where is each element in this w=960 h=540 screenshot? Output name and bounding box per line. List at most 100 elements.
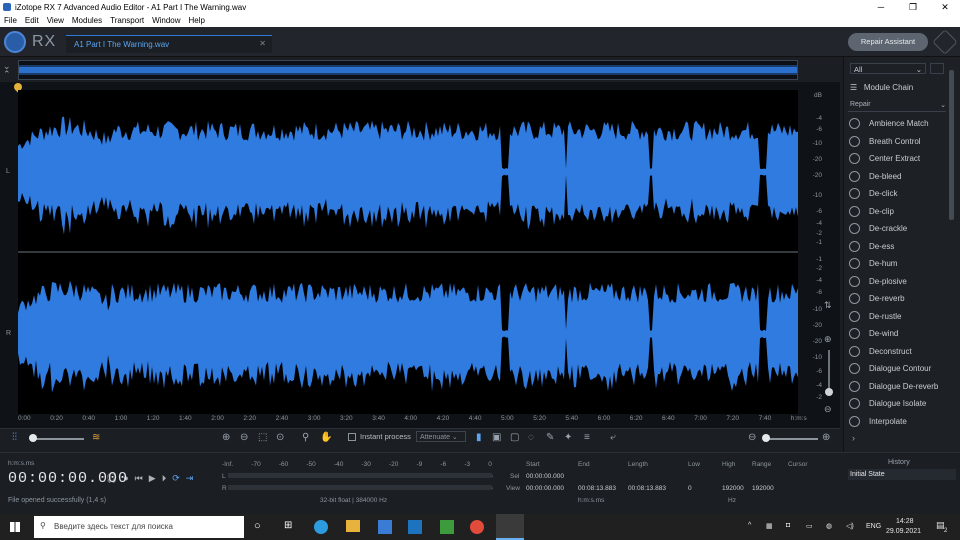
module-item[interactable]: Dialogue De-reverb (849, 378, 949, 396)
tray-flag-icon[interactable]: ▦ (766, 522, 773, 530)
magnify-icon[interactable]: ⚲ (302, 432, 309, 443)
zoom-in-vertical-icon[interactable]: ⊕ (824, 334, 832, 345)
clock-date[interactable]: 29.09.2021 (886, 528, 921, 535)
go-to-start-icon[interactable]: ⏮ (135, 473, 149, 483)
widgets-icon[interactable]: ⊞ (284, 520, 292, 531)
vertical-zoom-slider[interactable] (828, 350, 830, 390)
menu-edit[interactable]: Edit (21, 16, 43, 25)
waveform-overview[interactable] (18, 60, 798, 80)
view-range[interactable]: 192000 (752, 485, 774, 492)
module-item[interactable]: De-ess (849, 238, 949, 256)
module-item[interactable]: De-hum (849, 255, 949, 273)
view-high[interactable]: 192000 (722, 485, 744, 492)
spectrogram-opacity-slider[interactable] (30, 438, 84, 440)
network-icon[interactable]: ◍ (826, 522, 832, 530)
waveform-view-icon[interactable]: ⫶⫶ (12, 432, 17, 443)
spectrogram-view-icon[interactable]: ≋ (92, 432, 100, 443)
play-icon[interactable]: ▶ (149, 473, 162, 483)
menu-window[interactable]: Window (148, 16, 184, 25)
zoom-out-vertical-icon[interactable]: ⊖ (824, 404, 832, 415)
chrome-icon[interactable] (470, 520, 484, 534)
history-item[interactable]: Initial State (848, 469, 956, 480)
module-item[interactable]: Breath Control (849, 133, 949, 151)
tray-monitor-icon[interactable]: ▭ (806, 522, 813, 530)
module-item[interactable]: De-wind (849, 325, 949, 343)
task-view-icon[interactable]: ○ (254, 520, 261, 532)
taskbar-search-box[interactable]: ⚲ Введите здесь текст для поиска (34, 516, 244, 538)
app-icon-green[interactable] (440, 520, 454, 534)
follow-playhead-icon[interactable]: ⇥ (186, 473, 200, 483)
fade-tool-icon[interactable]: ⤶ (610, 432, 616, 443)
freq-zoom-icon[interactable]: ⇅ (824, 300, 832, 311)
vertical-zoom-handle[interactable] (825, 388, 833, 396)
horizontal-zoom-handle[interactable] (762, 434, 770, 442)
view-low[interactable]: 0 (688, 485, 692, 492)
compare-icon[interactable] (932, 29, 958, 55)
start-button-icon[interactable] (10, 522, 20, 532)
close-button[interactable]: ✕ (930, 0, 960, 14)
zoom-out-horizontal-icon[interactable]: ⊖ (748, 432, 756, 443)
repair-assistant-button[interactable]: Repair Assistant (848, 33, 928, 51)
zoom-in-icon[interactable]: ⊕ (222, 432, 230, 443)
tray-app-icon[interactable]: ◘ (786, 522, 790, 529)
module-item[interactable]: De-clip (849, 203, 949, 221)
language-indicator[interactable]: ENG (866, 523, 881, 530)
harmonic-selection-icon[interactable]: ≡ (584, 432, 590, 443)
menu-view[interactable]: View (43, 16, 68, 25)
close-tab-icon[interactable]: ✕ (259, 39, 266, 48)
mail-icon[interactable] (408, 520, 422, 534)
view-start[interactable]: 00:00:00.000 (526, 485, 564, 492)
magic-wand-icon[interactable]: ✦ (564, 432, 572, 443)
zoom-in-horizontal-icon[interactable]: ⊕ (822, 432, 830, 443)
module-item[interactable]: De-rustle (849, 308, 949, 326)
clock-time[interactable]: 14:28 (896, 518, 914, 525)
rect-selection-icon[interactable]: ▢ (510, 432, 519, 443)
file-explorer-icon[interactable] (346, 520, 360, 532)
zoom-fit-icon[interactable]: ⊙ (276, 432, 284, 443)
store-icon[interactable] (378, 520, 392, 534)
time-selection-icon[interactable]: ▮ (476, 432, 482, 443)
horizontal-zoom-slider[interactable] (764, 438, 818, 440)
file-tab[interactable]: A1 Part I The Warning.wav ✕ (66, 35, 272, 53)
spectrogram-waveform[interactable] (18, 90, 798, 414)
opacity-slider-handle[interactable] (29, 434, 37, 442)
module-item[interactable]: Center Extract (849, 150, 949, 168)
menu-file[interactable]: File (0, 16, 21, 25)
tray-chevron-icon[interactable]: ^ (748, 522, 751, 529)
more-modules-icon[interactable]: › (852, 433, 855, 443)
module-item[interactable]: Ambience Match (849, 115, 949, 133)
edge-icon[interactable] (314, 520, 328, 534)
zoom-selection-icon[interactable]: ⬚ (258, 432, 267, 443)
lasso-icon[interactable]: ◌ (528, 432, 534, 443)
menu-help[interactable]: Help (185, 16, 209, 25)
freq-selection-icon[interactable]: ▣ (492, 432, 501, 443)
minimize-button[interactable]: ─ (866, 0, 896, 14)
volume-icon[interactable]: ◁) (846, 522, 854, 530)
module-item[interactable]: De-bleed (849, 168, 949, 186)
module-chain-button[interactable]: ☰ Module Chain (850, 83, 913, 92)
module-item[interactable]: Deconstruct (849, 343, 949, 361)
collapse-overview-icon[interactable]: ⌄ ⌃ (3, 62, 15, 79)
category-dropdown[interactable]: Repair ⌄ (848, 101, 946, 112)
view-end[interactable]: 00:08:13.883 (578, 485, 616, 492)
izotope-taskbar-icon[interactable] (496, 514, 524, 540)
module-item[interactable]: De-click (849, 185, 949, 203)
sel-start[interactable]: 00:00:00.000 (526, 473, 564, 480)
module-item[interactable]: De-plosive (849, 273, 949, 291)
view-length[interactable]: 00:08:13.883 (628, 485, 666, 492)
module-scrollbar[interactable] (949, 70, 954, 220)
module-item[interactable]: Dialogue Isolate (849, 395, 949, 413)
brush-icon[interactable]: ✎ (546, 432, 554, 443)
loop-icon[interactable]: ⟳ (172, 473, 186, 483)
maximize-button[interactable]: ❐ (898, 0, 928, 14)
play-selection-icon[interactable]: ⏵ (162, 473, 173, 483)
module-filter-dropdown[interactable]: All ⌄ (850, 63, 926, 74)
instant-process-checkbox[interactable] (348, 432, 356, 441)
menu-transport[interactable]: Transport (106, 16, 148, 25)
zoom-out-icon[interactable]: ⊖ (240, 432, 248, 443)
module-item[interactable]: De-crackle (849, 220, 949, 238)
instant-process-toggle[interactable]: Instant process (348, 432, 411, 441)
time-format-dropdown[interactable]: h:m:s.ms (8, 460, 34, 467)
module-item[interactable]: Dialogue Contour (849, 360, 949, 378)
hand-tool-icon[interactable]: ✋ (320, 432, 332, 443)
